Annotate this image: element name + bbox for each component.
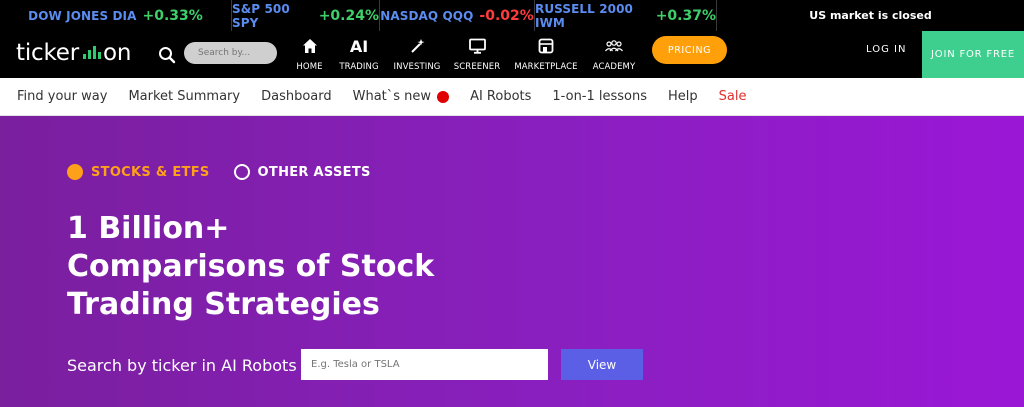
nav-screener[interactable]: SCREENER	[448, 31, 506, 78]
wand-icon	[409, 37, 425, 55]
nav-academy[interactable]: ACADEMY	[586, 31, 642, 78]
option-label: STOCKS & ETFS	[91, 164, 210, 180]
logo[interactable]: ticker on	[16, 40, 131, 66]
ticker-change: +0.33%	[142, 7, 203, 24]
subnav-ai-robots[interactable]: AI Robots	[470, 89, 531, 104]
join-for-free-button[interactable]: JOIN FOR FREE	[922, 31, 1024, 78]
notification-dot-icon	[437, 90, 450, 103]
pricing-button[interactable]: PRICING	[652, 36, 727, 64]
ticker-change: +0.24%	[318, 7, 379, 24]
subnav-dashboard[interactable]: Dashboard	[261, 89, 332, 104]
nav-investing[interactable]: INVESTING	[386, 31, 448, 78]
ticker-spy[interactable]: S&P 500 SPY +0.24%	[232, 0, 380, 31]
nav-home[interactable]: HOME	[287, 31, 332, 78]
option-stocks-etfs[interactable]: STOCKS & ETFS	[67, 164, 210, 180]
subnav-market-summary[interactable]: Market Summary	[128, 89, 240, 104]
ticker-change: -0.02%	[479, 7, 534, 24]
subnav-find-your-way[interactable]: Find your way	[17, 89, 107, 104]
nav-label: MARKETPLACE	[514, 62, 578, 72]
monitor-icon	[468, 37, 486, 55]
hero-title-line: 1 Billion+	[67, 211, 230, 246]
ticker-search-label: Search by ticker in AI Robots	[67, 356, 297, 375]
radio-unselected-icon	[233, 164, 250, 180]
home-icon	[302, 37, 318, 55]
hero-section: STOCKS & ETFS OTHER ASSETS 1 Billion+ Co…	[0, 116, 1024, 407]
ticker-iwm[interactable]: RUSSELL 2000 IWM +0.37%	[535, 0, 717, 31]
hero-title: 1 Billion+ Comparisons of Stock Trading …	[67, 210, 567, 324]
radio-selected-icon	[67, 164, 83, 180]
asset-type-toggle: STOCKS & ETFS OTHER ASSETS	[67, 164, 395, 180]
nav-label: ACADEMY	[592, 62, 636, 72]
login-button[interactable]: LOG IN	[866, 44, 906, 55]
nav-label: HOME	[296, 62, 323, 72]
people-icon	[605, 37, 623, 55]
nav-label: INVESTING	[393, 62, 441, 72]
ticker-qqq[interactable]: NASDAQ QQQ -0.02%	[380, 0, 535, 31]
ticker-search-input[interactable]	[301, 349, 548, 380]
search-icon[interactable]	[158, 46, 176, 64]
market-status: US market is closed	[809, 9, 932, 22]
subnav-help[interactable]: Help	[668, 89, 698, 104]
search-input[interactable]	[184, 42, 277, 64]
hero-title-line: Comparisons of Stock	[67, 249, 435, 284]
option-other-assets[interactable]: OTHER ASSETS	[233, 164, 371, 180]
ticker-name: RUSSELL 2000 IWM	[535, 1, 633, 30]
subnav-lessons[interactable]: 1-on-1 lessons	[552, 89, 647, 104]
nav-menu: HOME AI TRADING INVESTING SCREENER MARKE…	[287, 31, 642, 78]
logo-text-right: on	[102, 40, 132, 66]
secondary-navigation: Find your way Market Summary Dashboard W…	[0, 78, 1024, 116]
view-button[interactable]: View	[561, 349, 643, 380]
option-label: OTHER ASSETS	[257, 164, 371, 180]
nav-trading[interactable]: AI TRADING	[332, 31, 386, 78]
subnav-label: What`s new	[352, 89, 432, 104]
ticker-name: S&P 500 SPY	[232, 1, 290, 30]
main-navigation: ticker on HOME AI TRADING INVESTING	[0, 31, 1024, 78]
subnav-sale[interactable]: Sale	[719, 89, 747, 104]
logo-text-left: ticker	[16, 40, 79, 66]
ticker-dia[interactable]: DOW JONES DIA +0.33%	[0, 0, 232, 31]
nav-label: TRADING	[339, 62, 379, 72]
ticker-name: DOW JONES DIA	[28, 8, 137, 23]
logo-bars-icon	[82, 45, 101, 61]
market-ticker-bar: DOW JONES DIA +0.33% S&P 500 SPY +0.24% …	[0, 0, 1024, 31]
nav-marketplace[interactable]: MARKETPLACE	[506, 31, 586, 78]
store-icon	[538, 37, 554, 55]
ticker-change: +0.37%	[655, 7, 716, 24]
ticker-name: NASDAQ QQQ	[380, 8, 474, 23]
hero-title-line: Trading Strategies	[67, 287, 380, 322]
nav-label: SCREENER	[453, 62, 501, 72]
ai-icon: AI	[349, 36, 369, 56]
subnav-whats-new[interactable]: What`s new	[352, 89, 450, 104]
